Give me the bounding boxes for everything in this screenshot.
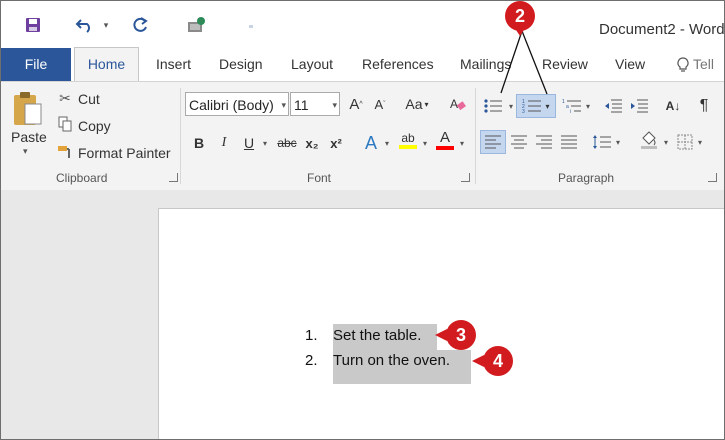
callout-badge: 4 xyxy=(483,346,513,376)
callout-pointer xyxy=(514,27,526,36)
word-window: ▾ ₌ Document2 - Word File Home Insert De… xyxy=(0,0,725,440)
callout-pointer xyxy=(435,329,447,341)
callout-pointer xyxy=(472,355,484,367)
callout-badge: 3 xyxy=(446,320,476,350)
callout-lines xyxy=(500,30,548,95)
